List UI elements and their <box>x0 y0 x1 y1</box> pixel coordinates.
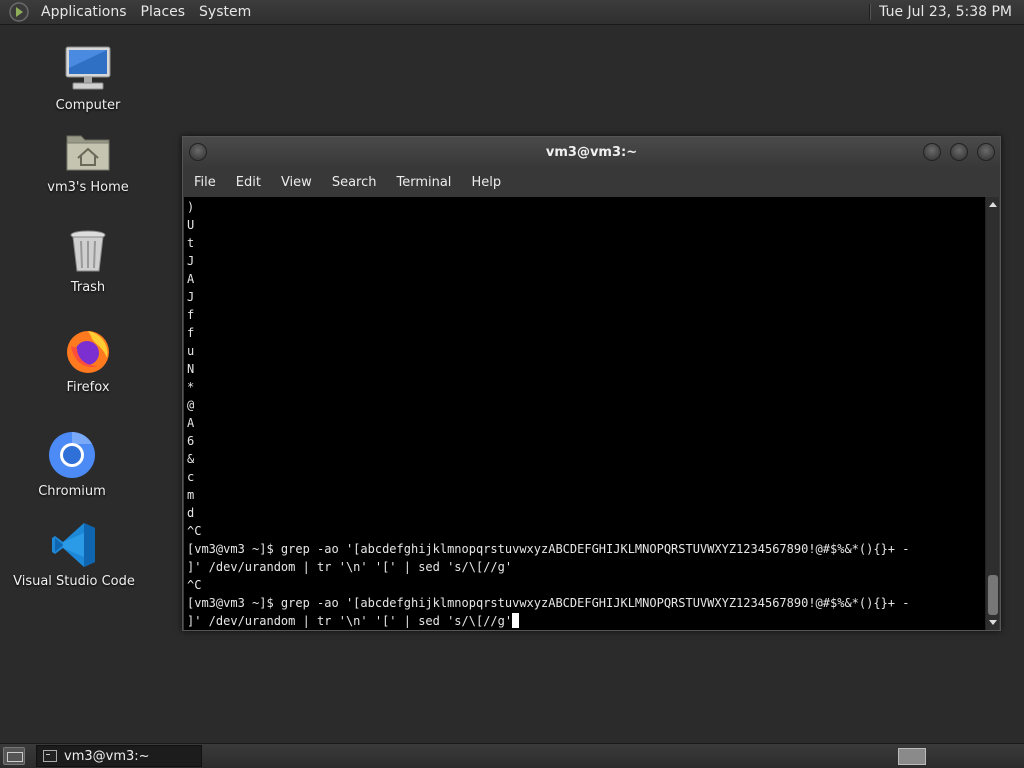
scroll-up-arrow-icon[interactable] <box>989 202 997 207</box>
terminal-menubar: File Edit View Search Terminal Help <box>183 168 1000 197</box>
terminal-line: ]' /dev/urandom | tr '\n' '[' | sed 's/\… <box>187 612 986 630</box>
places-menu[interactable]: Places <box>134 4 193 20</box>
terminal-line: t <box>187 236 195 250</box>
terminal-line: N <box>187 362 195 376</box>
terminal-line: ^C <box>187 578 202 592</box>
desktop-icon-label: Trash <box>70 280 106 295</box>
taskbar-window-label: vm3@vm3:~ <box>64 748 150 764</box>
terminal-line: A <box>187 272 195 286</box>
menu-view[interactable]: View <box>271 175 322 190</box>
terminal-scrollbar[interactable] <box>985 197 999 630</box>
desktop-icon-trash[interactable]: Trash <box>18 226 158 295</box>
menu-search[interactable]: Search <box>322 175 387 190</box>
terminal-line: [vm3@vm3 ~]$ grep -ao '[abcdefghijklmnop… <box>187 542 910 556</box>
bottom-panel: vm3@vm3:~ <box>0 743 1024 768</box>
terminal-line: J <box>187 290 195 304</box>
desktop-icon-vscode[interactable]: Visual Studio Code <box>4 520 144 589</box>
applications-menu[interactable]: Applications <box>34 4 134 20</box>
desktop-icon-label: Visual Studio Code <box>13 574 135 589</box>
desktop-icon-label: Firefox <box>66 380 110 395</box>
terminal-line: m <box>187 488 195 502</box>
chromium-icon <box>49 432 95 478</box>
menu-terminal[interactable]: Terminal <box>386 175 461 190</box>
system-menu[interactable]: System <box>192 4 258 20</box>
text-cursor <box>512 613 520 628</box>
minimize-button[interactable] <box>923 143 941 161</box>
menu-file[interactable]: File <box>183 175 226 190</box>
scrollbar-thumb[interactable] <box>988 575 998 615</box>
terminal-line: f <box>187 308 195 322</box>
window-title: vm3@vm3:~ <box>545 145 638 160</box>
terminal-line: ^C <box>187 524 202 538</box>
menu-help[interactable]: Help <box>461 175 511 190</box>
terminal-window[interactable]: vm3@vm3:~ File Edit View Search Terminal… <box>182 136 1001 631</box>
firefox-icon <box>67 331 109 373</box>
computer-icon <box>65 46 111 90</box>
terminal-line: 6 <box>187 434 195 448</box>
workspace-switcher[interactable] <box>898 748 926 765</box>
terminal-line: U <box>187 218 195 232</box>
window-menu-button[interactable] <box>189 143 207 161</box>
panel-separator <box>869 4 872 20</box>
desktop-icon-label: vm3's Home <box>47 180 129 195</box>
terminal-line: A <box>187 416 195 430</box>
terminal-line: f <box>187 326 195 340</box>
home-folder-icon <box>66 135 110 171</box>
terminal-output[interactable]: ) Ut J A Jf f u N * @ A 6 & c m d ^C [vm3@vm3 ~]$ grep -a… <box>184 197 986 630</box>
taskbar-window-button[interactable]: vm3@vm3:~ <box>36 745 202 767</box>
terminal-line: u <box>187 344 195 358</box>
terminal-icon <box>43 750 57 762</box>
top-panel: Applications Places System Tue Jul 23, 5… <box>0 0 1024 25</box>
terminal-line: & <box>187 452 195 466</box>
applications-logo-icon[interactable] <box>8 1 30 23</box>
terminal-line: [vm3@vm3 ~]$ grep -ao '[abcdefghijklmnop… <box>187 596 910 610</box>
terminal-line: d <box>187 506 195 520</box>
scroll-down-arrow-icon[interactable] <box>989 620 997 625</box>
maximize-button[interactable] <box>950 143 968 161</box>
terminal-line: ]' /dev/urandom | tr '\n' '[' | sed 's/\… <box>187 560 513 574</box>
trash-icon <box>70 230 106 272</box>
close-button[interactable] <box>977 143 995 161</box>
desktop-icon-firefox[interactable]: Firefox <box>18 326 158 395</box>
desktop-icon-home[interactable]: vm3's Home <box>18 126 158 195</box>
terminal-line: @ <box>187 398 195 412</box>
desktop-icon-label: Chromium <box>38 484 106 499</box>
desktop-icon-label: Computer <box>55 98 121 113</box>
terminal-line: ) <box>187 200 195 214</box>
menu-edit[interactable]: Edit <box>226 175 271 190</box>
terminal-line: J <box>187 254 195 268</box>
vscode-icon <box>52 523 95 567</box>
show-desktop-icon[interactable] <box>3 747 25 765</box>
terminal-line: c <box>187 470 195 484</box>
desktop-icon-computer[interactable]: Computer <box>18 44 158 113</box>
clock[interactable]: Tue Jul 23, 5:38 PM <box>879 4 1024 20</box>
window-titlebar[interactable]: vm3@vm3:~ <box>183 137 1000 168</box>
terminal-line: * <box>187 380 195 394</box>
desktop-icon-chromium[interactable]: Chromium <box>2 430 142 499</box>
